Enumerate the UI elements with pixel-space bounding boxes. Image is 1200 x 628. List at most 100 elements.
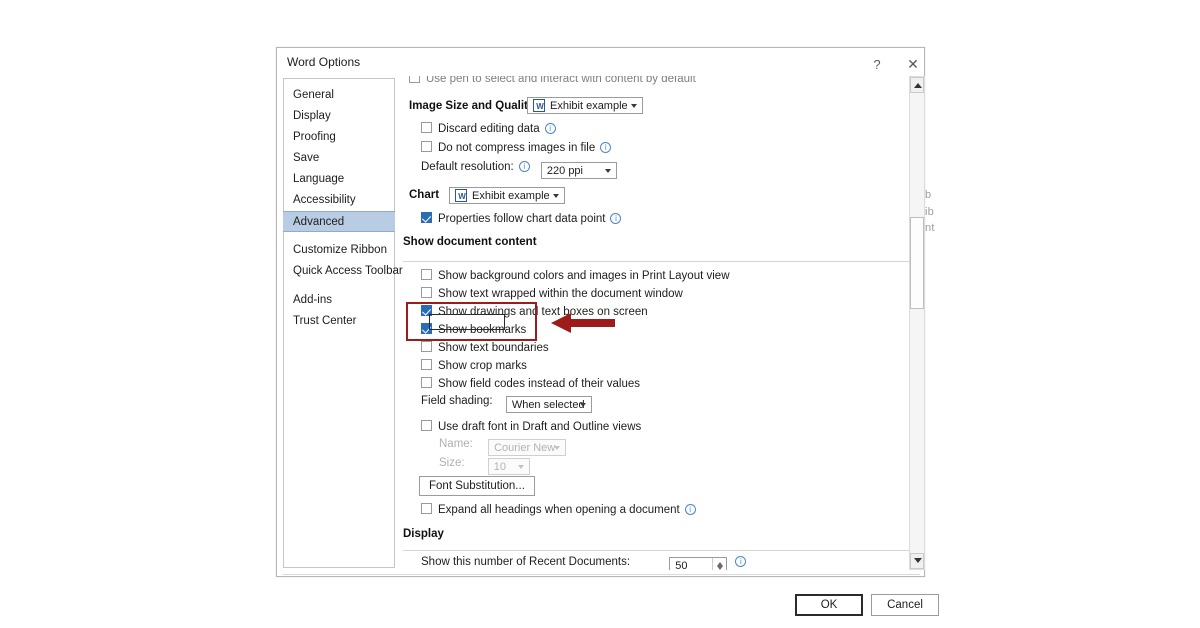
cancel-button[interactable]: Cancel (871, 594, 939, 616)
sidebar-item-language[interactable]: Language (284, 169, 394, 190)
content-scrollbar[interactable] (909, 76, 925, 570)
chart-heading: Chart (409, 189, 440, 201)
image-quality-scope-value: Exhibit example (550, 100, 628, 112)
scroll-up-icon[interactable] (910, 77, 924, 93)
show-crop-marks-checkbox[interactable] (421, 359, 432, 370)
show-document-content-heading: Show document content (403, 236, 537, 248)
chevron-down-icon (604, 169, 611, 173)
show-crop-marks-row[interactable]: Show crop marks (421, 359, 527, 372)
screenshot-canvas: b ib nt Word Options ? ✕ General Display… (0, 0, 1200, 628)
show-text-boundaries-label: Show text boundaries (438, 342, 549, 354)
scroll-down-icon[interactable] (910, 553, 924, 569)
draft-font-name-label: Name: (439, 438, 473, 450)
recent-documents-label: Show this number of Recent Documents: (421, 556, 631, 568)
discard-editing-data-row[interactable]: Discard editing data i (421, 122, 556, 135)
default-resolution-value: 220 ppi (546, 165, 583, 177)
sidebar-item-label: Quick Access Toolbar (293, 265, 403, 277)
sidebar-item-trust-center[interactable]: Trust Center (284, 311, 394, 332)
font-substitution-button[interactable]: Font Substitution... (419, 476, 535, 496)
ok-button[interactable]: OK (795, 594, 863, 616)
draft-font-size-combo: 10 (487, 458, 530, 475)
stepper-down-icon[interactable] (717, 566, 724, 570)
show-field-codes-label: Show field codes instead of their values (438, 378, 641, 390)
background-text-fragment-1: b (925, 189, 932, 201)
info-icon[interactable]: i (544, 123, 556, 134)
show-text-wrapped-label: Show text wrapped within the document wi… (438, 288, 683, 300)
sidebar-item-accessibility[interactable]: Accessibility (284, 190, 394, 211)
field-shading-combo[interactable]: When selected (505, 396, 592, 413)
sidebar-item-display[interactable]: Display (284, 106, 394, 127)
clipped-pen-option-row[interactable]: Use pen to select and interact with cont… (409, 76, 696, 85)
show-background-colors-checkbox[interactable] (421, 269, 432, 280)
sidebar-item-quick-access-toolbar[interactable]: Quick Access Toolbar (284, 261, 403, 282)
image-size-quality-heading: Image Size and Quality (409, 100, 535, 112)
field-shading-value: When selected (511, 399, 585, 411)
show-field-codes-row[interactable]: Show field codes instead of their values (421, 377, 640, 390)
show-text-wrapped-row[interactable]: Show text wrapped within the document wi… (421, 287, 683, 300)
default-resolution-combo[interactable]: 220 ppi (540, 162, 617, 179)
show-field-codes-checkbox[interactable] (421, 377, 432, 388)
show-text-boundaries-row[interactable]: Show text boundaries (421, 341, 549, 354)
triangle-down-icon (914, 558, 922, 563)
properties-follow-chart-checkbox[interactable] (421, 212, 432, 223)
default-resolution-row: Default resolution: i 220 ppi (421, 161, 617, 179)
info-icon[interactable]: i (518, 161, 530, 172)
word-document-icon (455, 189, 468, 205)
dialog-title: Word Options (287, 55, 361, 69)
discard-editing-data-checkbox[interactable] (421, 122, 432, 133)
chart-scope-value: Exhibit example (472, 190, 550, 202)
section-divider (403, 550, 909, 551)
clipped-pen-option-label: Use pen to select and interact with cont… (426, 76, 696, 85)
show-background-colors-label: Show background colors and images in Pri… (438, 270, 730, 282)
recent-documents-row: Show this number of Recent Documents: 50… (421, 556, 747, 570)
close-icon[interactable]: ✕ (901, 54, 925, 74)
sidebar-item-save[interactable]: Save (284, 148, 394, 169)
draft-font-size-label: Size: (439, 457, 465, 469)
font-substitution-button-wrap: Font Substitution... (419, 476, 535, 496)
draft-font-size-value: 10 (493, 461, 507, 473)
sidebar-item-label: Accessibility (293, 194, 356, 206)
show-text-boundaries-checkbox[interactable] (421, 341, 432, 352)
use-draft-font-checkbox[interactable] (421, 420, 432, 431)
sidebar-item-general[interactable]: General (284, 85, 394, 106)
properties-follow-chart-label: Properties follow chart data point (438, 213, 606, 225)
chevron-down-icon (579, 403, 586, 407)
recent-documents-stepper[interactable]: 50 (669, 557, 728, 570)
field-shading-label: Field shading: (421, 395, 493, 407)
sidebar-item-add-ins[interactable]: Add-ins (284, 290, 394, 311)
do-not-compress-row[interactable]: Do not compress images in file i (421, 141, 612, 154)
properties-follow-chart-row[interactable]: Properties follow chart data point i (421, 212, 622, 225)
pen-option-checkbox[interactable] (409, 76, 420, 83)
sidebar-item-customize-ribbon[interactable]: Customize Ribbon (284, 240, 394, 261)
sidebar-item-label: Customize Ribbon (293, 244, 387, 256)
sidebar-item-label: Advanced (293, 216, 345, 228)
use-draft-font-label: Use draft font in Draft and Outline view… (438, 421, 642, 433)
info-icon[interactable]: i (735, 556, 747, 567)
expand-all-headings-checkbox[interactable] (421, 503, 432, 514)
options-sidebar: General Display Proofing Save Language A… (283, 78, 403, 568)
help-icon[interactable]: ? (865, 54, 889, 74)
info-icon[interactable]: i (610, 213, 622, 224)
info-icon[interactable]: i (684, 504, 696, 515)
dialog-titlebar: Word Options ? ✕ (277, 48, 924, 78)
scrollbar-thumb[interactable] (910, 217, 924, 309)
do-not-compress-label: Do not compress images in file (438, 142, 596, 154)
background-text-fragment-3: nt (925, 222, 935, 234)
sidebar-item-proofing[interactable]: Proofing (284, 127, 394, 148)
chevron-down-icon (554, 446, 561, 450)
sidebar-item-advanced[interactable]: Advanced (283, 211, 395, 232)
field-shading-row: Field shading: When selected (421, 395, 592, 413)
show-text-wrapped-checkbox[interactable] (421, 287, 432, 298)
use-draft-font-row[interactable]: Use draft font in Draft and Outline view… (421, 420, 641, 433)
image-quality-scope-combo[interactable]: Exhibit example (527, 96, 643, 115)
triangle-up-icon (914, 83, 922, 88)
expand-all-headings-label: Expand all headings when opening a docum… (438, 504, 680, 516)
chart-scope-combo[interactable]: Exhibit example (449, 186, 565, 205)
do-not-compress-checkbox[interactable] (421, 141, 432, 152)
stepper-buttons[interactable] (712, 558, 726, 570)
sidebar-item-label: Language (293, 173, 345, 185)
expand-all-headings-row[interactable]: Expand all headings when opening a docum… (421, 503, 696, 516)
background-text-fragment-2: ib (925, 206, 934, 218)
info-icon[interactable]: i (600, 142, 612, 153)
show-background-colors-row[interactable]: Show background colors and images in Pri… (421, 269, 730, 282)
